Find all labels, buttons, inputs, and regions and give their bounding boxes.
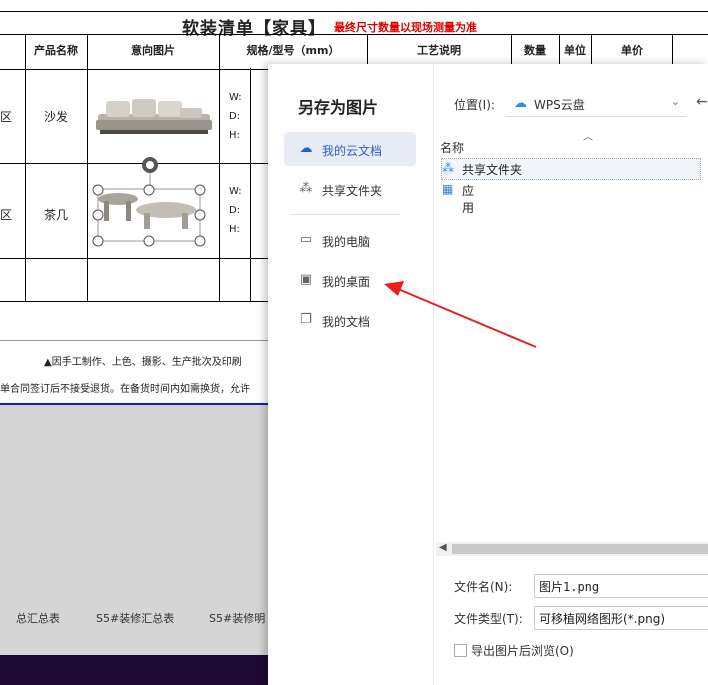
- location-select[interactable]: ☁ WPS云盘 ⌄: [506, 90, 686, 117]
- sheet-title-row: 软装清单【家具】 最终尺寸数量以现场测量为准: [0, 11, 708, 39]
- file-label: 应用: [462, 184, 475, 215]
- header-product: 产品名称: [34, 44, 78, 57]
- nav-separator: [290, 214, 400, 215]
- row1-dims: W: D: H:: [229, 88, 242, 145]
- footnote-1: ▲因手工制作、上色、摄影、生产批次及印刷: [44, 357, 242, 368]
- open-after-export-checkbox[interactable]: [454, 644, 467, 657]
- nav-label: 我的桌面: [322, 275, 371, 289]
- cloud-icon: ☁: [299, 141, 313, 156]
- location-value: WPS云盘: [534, 98, 585, 112]
- nav-label: 我的云文档: [322, 144, 383, 158]
- grid-line: [0, 301, 268, 302]
- nav-my-documents[interactable]: ❐ 我的文档: [284, 303, 416, 337]
- wps-cloud-icon: ☁: [514, 96, 527, 111]
- grid-line: [672, 34, 673, 68]
- row2-area: 区: [0, 208, 13, 222]
- sheet-tab[interactable]: S5#装修汇总表: [96, 610, 174, 626]
- dialog-divider: [433, 64, 434, 685]
- row1-d: D:: [229, 111, 241, 122]
- row1-name: 沙发: [44, 110, 69, 124]
- filetype-select[interactable]: 可移植网络图形(*.png): [534, 606, 708, 630]
- shared-folder-icon: ⁂: [442, 161, 454, 175]
- chevron-down-icon: ⌄: [670, 95, 680, 108]
- grid-line: [367, 34, 368, 68]
- dialog-title: 另存为图片: [298, 98, 379, 117]
- location-label: 位置(I):: [454, 98, 495, 112]
- nav-shared-folder[interactable]: ⁂ 共享文件夹: [284, 172, 416, 206]
- horizontal-scrollbar[interactable]: ◀: [436, 542, 708, 556]
- file-item-shared-folder[interactable]: ⁂ 共享文件夹: [441, 158, 701, 180]
- row1-area: 区: [0, 110, 13, 124]
- back-arrow-icon[interactable]: ←: [696, 94, 708, 110]
- row2-name: 茶几: [44, 208, 69, 222]
- nav-label: 共享文件夹: [322, 184, 383, 198]
- column-name[interactable]: 名称: [440, 139, 464, 156]
- coffee-table-image[interactable]: [92, 155, 210, 249]
- nav-my-desktop[interactable]: ▣ 我的桌面: [284, 263, 416, 297]
- header-image: 意向图片: [131, 44, 175, 57]
- nav-my-cloud-docs[interactable]: ☁ 我的云文档: [284, 132, 416, 166]
- computer-icon: ▭: [299, 232, 313, 247]
- nav-my-computer[interactable]: ▭ 我的电脑: [284, 223, 416, 257]
- grid-line: [559, 34, 560, 68]
- grid-line: [0, 258, 268, 259]
- grid-line: [591, 34, 592, 68]
- scroll-left-icon[interactable]: ◀: [439, 542, 447, 553]
- sofa-image[interactable]: [94, 96, 214, 140]
- file-label: 共享文件夹: [462, 163, 523, 177]
- nav-label: 我的电脑: [322, 235, 371, 249]
- save-as-image-dialog: 另存为图片 ☁ 我的云文档 ⁂ 共享文件夹 ▭ 我的电脑 ▣ 我的桌面 ❐ 我的…: [268, 64, 708, 685]
- grid-line: [87, 34, 88, 302]
- row2-d: D:: [229, 205, 241, 216]
- scrollbar-thumb[interactable]: [452, 544, 708, 554]
- desktop-icon: ▣: [299, 272, 313, 287]
- grid-line: [219, 34, 220, 302]
- row2-h: H:: [229, 224, 240, 235]
- filename-label: 文件名(N):: [454, 580, 513, 594]
- sheet-tab[interactable]: S5#装修明: [209, 610, 265, 626]
- grid-line: [0, 340, 268, 341]
- open-after-export-label[interactable]: 导出图片后浏览(O): [471, 642, 574, 659]
- sheet-tab[interactable]: 总汇总表: [16, 610, 60, 626]
- filename-input[interactable]: 图片1.png: [534, 574, 708, 598]
- footnote-2: 单合同签订后不接受退货。在备货时间内如需换货，允许: [0, 384, 250, 395]
- sheet-title-note: 最终尺寸数量以现场测量为准: [334, 21, 477, 34]
- row2-dims: W: D: H:: [229, 182, 242, 239]
- sort-up-icon[interactable]: ︿: [583, 128, 593, 143]
- row1-h: H:: [229, 130, 240, 141]
- row1-w: W:: [229, 92, 242, 103]
- grid-line: [511, 34, 512, 68]
- filetype-label: 文件类型(T):: [454, 612, 523, 626]
- grid-line: [250, 68, 251, 302]
- share-icon: ⁂: [299, 181, 313, 196]
- row2-w: W:: [229, 186, 242, 197]
- nav-label: 我的文档: [322, 315, 371, 329]
- grid-line: [25, 34, 26, 302]
- apps-icon: ▦: [442, 182, 454, 196]
- documents-icon: ❐: [300, 312, 312, 327]
